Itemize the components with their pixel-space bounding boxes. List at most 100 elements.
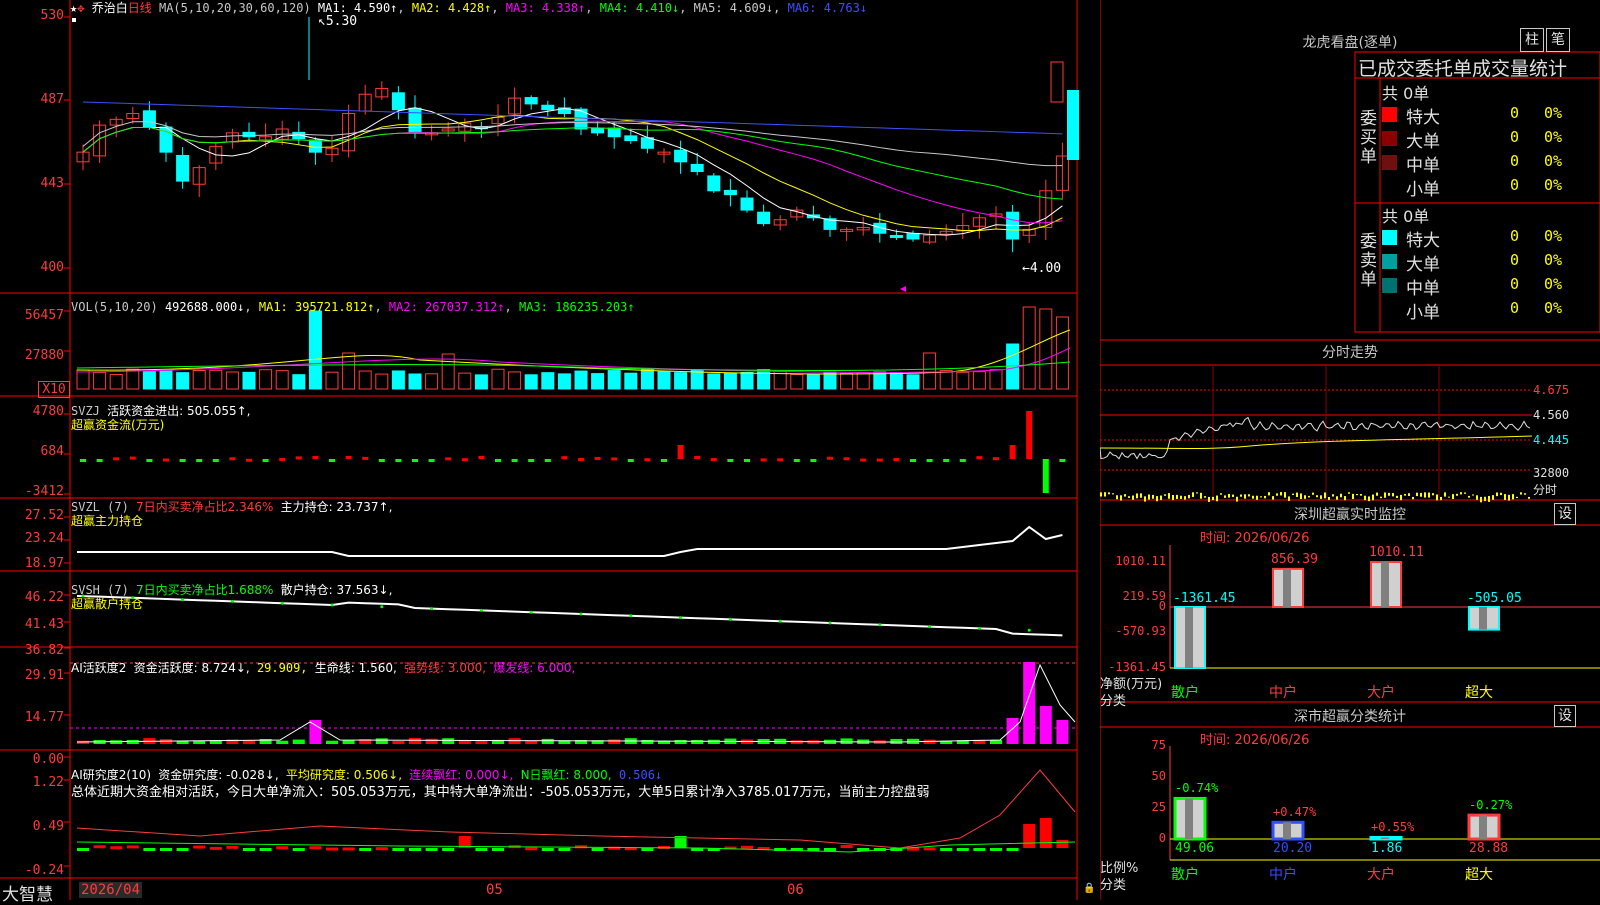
candle-46 [840, 227, 854, 241]
svzj-bar-16 [345, 456, 352, 460]
intraday-vol-72 [1172, 494, 1174, 501]
list-mode-button[interactable]: 笔 [1546, 28, 1570, 52]
volume-bar-23 [458, 372, 472, 390]
candle-17 [358, 84, 372, 115]
lock-icon[interactable]: 🔒 [1083, 883, 1095, 894]
volume-bar-45 [823, 371, 837, 390]
intraday-vol-300 [1400, 494, 1402, 501]
vol-value: 492688.000↓ [164, 300, 245, 314]
sz-monitor-cat-2: 大户 [1367, 685, 1395, 701]
svsh-dot-9 [230, 599, 234, 603]
kline-chart-area[interactable]: ★✥ 乔治白日线 MA(5,10,20,30,60,120) MA1: 4.59… [0, 0, 1100, 905]
candle-4 [142, 101, 156, 130]
vol-ma3: MA3: 186235.203↑ [518, 300, 635, 314]
high-annotation: ↖5.30 [318, 14, 358, 29]
buy-order-label: 委买单 [1360, 109, 1377, 167]
sell-row-percent-2: 0% [1544, 275, 1563, 293]
svzj-bar-39 [727, 459, 734, 462]
brand-label[interactable]: 大智慧 [2, 880, 53, 905]
candle-50 [906, 230, 920, 242]
ai-res-bar-46 [840, 845, 853, 849]
sz-monitor-bar-3 [1468, 606, 1500, 631]
price-ytick-0: 530 [40, 8, 64, 23]
volume-bar-15 [325, 371, 339, 390]
kline-chart-canvas[interactable] [0, 0, 1100, 900]
buy-row-value-0: 0 [1510, 104, 1520, 122]
ai-res-bar-29 [558, 848, 571, 851]
intraday-vol-260 [1360, 493, 1362, 496]
intraday-vol-64 [1164, 494, 1166, 496]
intraday-grid [1100, 366, 1532, 498]
svzl-subtitle: 超赢主力持仓 [71, 514, 144, 528]
svzj-bar-43 [793, 459, 800, 462]
ai-res-bar-4 [143, 848, 156, 851]
date-axis-may: 05 [486, 882, 503, 898]
intraday-vol-268 [1368, 496, 1370, 502]
svsh-dot-33 [629, 614, 633, 618]
buy-row-value-3: 0 [1510, 176, 1520, 194]
current-marker-icon [900, 286, 906, 292]
candle-8 [209, 143, 223, 171]
candle-39 [723, 178, 737, 207]
intraday-vol-324 [1424, 492, 1426, 498]
intraday-vol-320 [1420, 492, 1422, 497]
sz-class-title: 深市超赢分类统计 [1294, 709, 1406, 725]
ai-act-bar-38 [707, 739, 720, 744]
candle-body [640, 137, 654, 149]
intraday-vol-376 [1476, 495, 1478, 500]
bar-shade [1381, 562, 1389, 607]
svzj-bar-31 [594, 456, 601, 460]
sz-monitor-ylabel-3: -570.93 [1115, 624, 1166, 638]
svzj-bar-40 [744, 459, 750, 462]
ai-act-bar-21 [425, 738, 438, 744]
ma5-value: MA5: 4.609↓ [693, 1, 774, 15]
intraday-vol-28 [1128, 496, 1130, 498]
buy-swatch-2 [1382, 155, 1397, 170]
svzj-bar-59 [1059, 459, 1066, 462]
intraday-vol-156 [1256, 495, 1258, 500]
period-label[interactable]: 日线 [128, 1, 152, 15]
svzj-bar-29 [561, 456, 568, 460]
ai-res-bar-9 [226, 845, 239, 849]
ai-act-bar-20 [409, 738, 421, 744]
sell-order-label: 委卖单 [1360, 232, 1377, 290]
volume-bar-48 [873, 371, 887, 390]
sz-class-settings-button[interactable]: 设 [1554, 705, 1576, 727]
svzj-bar-25 [495, 459, 501, 462]
svzl-name: SVZL (7) [71, 500, 129, 514]
candle-29 [557, 97, 571, 119]
bar-shade [1283, 568, 1291, 607]
intraday-vol-124 [1224, 495, 1226, 498]
intraday-vol-348 [1448, 496, 1450, 498]
bar-mode-button[interactable]: 柱 [1520, 28, 1544, 52]
vol-panel-header: VOL(5,10,20) 492688.000↓, MA1: 395721.81… [71, 300, 635, 314]
svzj-bar-26 [511, 459, 518, 462]
intraday-vol-304 [1404, 493, 1406, 496]
candle-body [757, 211, 771, 225]
sz-monitor-cat-1: 中户 [1269, 685, 1297, 701]
ai-act-bar-22 [442, 738, 455, 744]
ai-act-burst: 爆发线: 6.000, [493, 661, 576, 675]
ai-res-nday: N日飘红: 8.000, [520, 768, 612, 782]
intraday-vol-248 [1348, 492, 1350, 494]
ai-act-bar-56 [1006, 718, 1019, 744]
svzj-bar-33 [627, 459, 634, 462]
candlestick-series [76, 17, 1079, 253]
svsh-dot-24 [479, 608, 483, 612]
candle-body [607, 127, 621, 138]
volume-bar-3 [126, 368, 140, 390]
vol-unit-box[interactable]: X10 [38, 381, 70, 398]
ai-res-bar-54 [973, 848, 986, 851]
intraday-vol-44 [1144, 496, 1146, 502]
intraday-avg-line [1100, 435, 1533, 449]
ai-res-bar-0 [77, 848, 89, 851]
volume-bar-53 [956, 371, 970, 390]
intraday-vol-296 [1396, 495, 1398, 498]
ma3-value: MA3: 4.338↑ [505, 1, 586, 15]
intraday-vol-368 [1468, 495, 1470, 498]
intraday-vol-92 [1192, 492, 1194, 497]
volume-bar-52 [939, 370, 953, 390]
ai-res-bar-53 [956, 848, 969, 851]
sz-monitor-settings-button[interactable]: 设 [1554, 503, 1576, 525]
svzj-bar-7 [196, 459, 203, 462]
